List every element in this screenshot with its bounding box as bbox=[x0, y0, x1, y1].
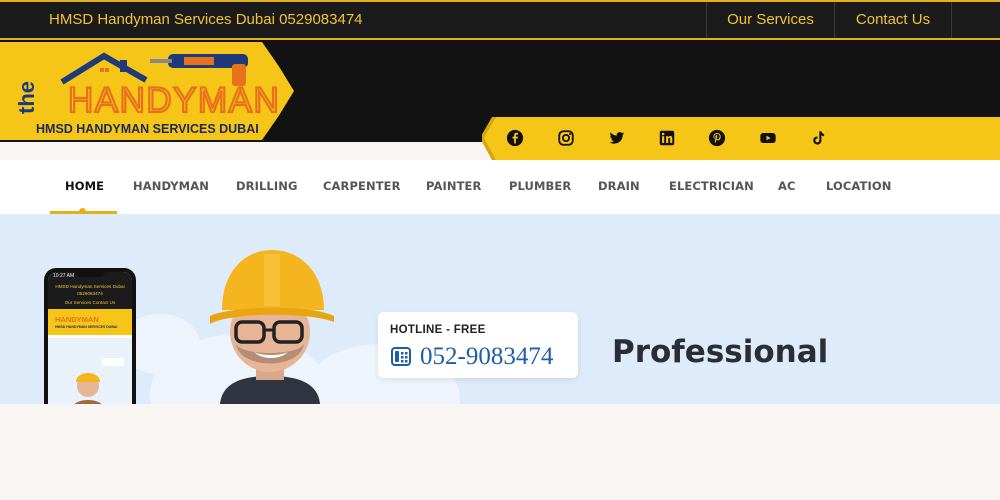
nav-home[interactable]: HOME bbox=[65, 179, 104, 193]
nav-handyman[interactable]: HANDYMAN bbox=[133, 179, 209, 193]
linkedin-icon[interactable] bbox=[658, 129, 676, 147]
logo-name: HANDYMAN bbox=[68, 81, 280, 120]
mobile-time: 10:27 AM bbox=[53, 273, 75, 279]
logo-the: the bbox=[14, 81, 39, 114]
hotline-number[interactable]: 052-9083474 bbox=[420, 343, 553, 371]
social-links bbox=[482, 117, 1000, 160]
phone-notch bbox=[75, 271, 105, 277]
top-bar: HMSD Handyman Services Dubai 0529083474 … bbox=[0, 0, 1000, 40]
contact-us-link[interactable]: Contact Us bbox=[834, 2, 952, 38]
nav-painter[interactable]: PAINTER bbox=[426, 179, 481, 193]
nav-drain[interactable]: DRAIN bbox=[598, 179, 640, 193]
our-services-link[interactable]: Our Services bbox=[706, 2, 834, 38]
mobile-logo: HANDYMAN HMSD HANDYMAN SERVICES DUBAI bbox=[48, 309, 132, 335]
tiktok-icon[interactable] bbox=[809, 129, 827, 147]
twitter-icon[interactable] bbox=[608, 129, 626, 147]
main-nav: HOME HANDYMAN DRILLING CARPENTER PAINTER… bbox=[0, 160, 1000, 215]
site-logo[interactable]: the HANDYMAN HMSD HANDYMAN SERVICES DUBA… bbox=[0, 40, 296, 142]
nav-location[interactable]: LOCATION bbox=[826, 179, 891, 193]
mobile-logo-text: HANDYMAN bbox=[55, 315, 99, 324]
top-bar-brand[interactable]: HMSD Handyman Services Dubai 0529083474 bbox=[49, 11, 363, 28]
nav-carpenter[interactable]: CARPENTER bbox=[323, 179, 401, 193]
nav-ac[interactable]: AC bbox=[778, 179, 796, 193]
nav-plumber[interactable]: PLUMBER bbox=[509, 179, 571, 193]
hotline-label: HOTLINE - FREE bbox=[390, 324, 486, 336]
hero-headline: Professional bbox=[612, 334, 829, 370]
nav-drilling[interactable]: DRILLING bbox=[236, 179, 297, 193]
mobile-top-links: Our Services Contact Us bbox=[64, 300, 116, 305]
telephone-icon bbox=[391, 347, 411, 366]
facebook-icon[interactable] bbox=[506, 129, 524, 147]
pinterest-icon[interactable] bbox=[708, 129, 726, 147]
mobile-top-text: HMSD Handyman Services Dubai 0529083474 bbox=[55, 284, 125, 296]
content-area bbox=[0, 404, 1000, 500]
youtube-icon[interactable] bbox=[759, 129, 777, 147]
worker-photo bbox=[210, 250, 334, 404]
nav-electrician[interactable]: ELECTRICIAN bbox=[669, 179, 754, 193]
instagram-icon[interactable] bbox=[557, 129, 575, 147]
hotline-card[interactable]: HOTLINE - FREE 052-9083474 bbox=[378, 312, 578, 378]
mobile-top-bar: HMSD Handyman Services Dubai 0529083474 … bbox=[48, 281, 132, 309]
mobile-logo-sub: HMSD HANDYMAN SERVICES DUBAI bbox=[55, 325, 118, 329]
logo-tagline: HMSD HANDYMAN SERVICES DUBAI bbox=[36, 122, 259, 136]
